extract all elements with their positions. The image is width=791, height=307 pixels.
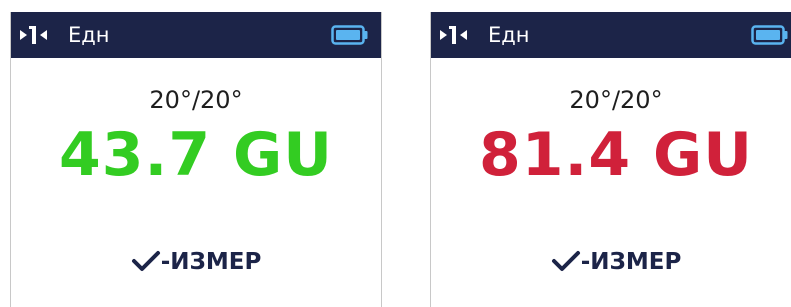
battery-icon	[751, 25, 788, 45]
measure-label: -ИЗМЕР	[160, 249, 262, 275]
angle-readout: 20°/20°	[149, 86, 243, 114]
battery-icon	[331, 25, 368, 45]
measure-button[interactable]: -ИЗМЕР	[431, 248, 791, 276]
unit-label[interactable]: Едн	[488, 22, 530, 48]
status-bar: Едн	[11, 12, 381, 58]
gloss-reading: 81.4 GU	[479, 120, 753, 190]
mode-icon	[20, 26, 47, 44]
measure-button[interactable]: -ИЗМЕР	[11, 248, 381, 276]
device-screen-left: Едн 20°/20° 43.7 GU -ИЗМЕР	[10, 12, 382, 307]
mode-icon	[440, 26, 467, 44]
gloss-reading: 43.7 GU	[59, 120, 333, 190]
check-icon	[551, 251, 580, 271]
measure-label: -ИЗМЕР	[580, 249, 682, 275]
device-screen-right: Едн 20°/20° 81.4 GU -ИЗМЕР	[430, 12, 791, 307]
unit-label[interactable]: Едн	[68, 22, 110, 48]
status-bar: Едн	[431, 12, 791, 58]
angle-readout: 20°/20°	[569, 86, 663, 114]
check-icon	[131, 251, 160, 271]
